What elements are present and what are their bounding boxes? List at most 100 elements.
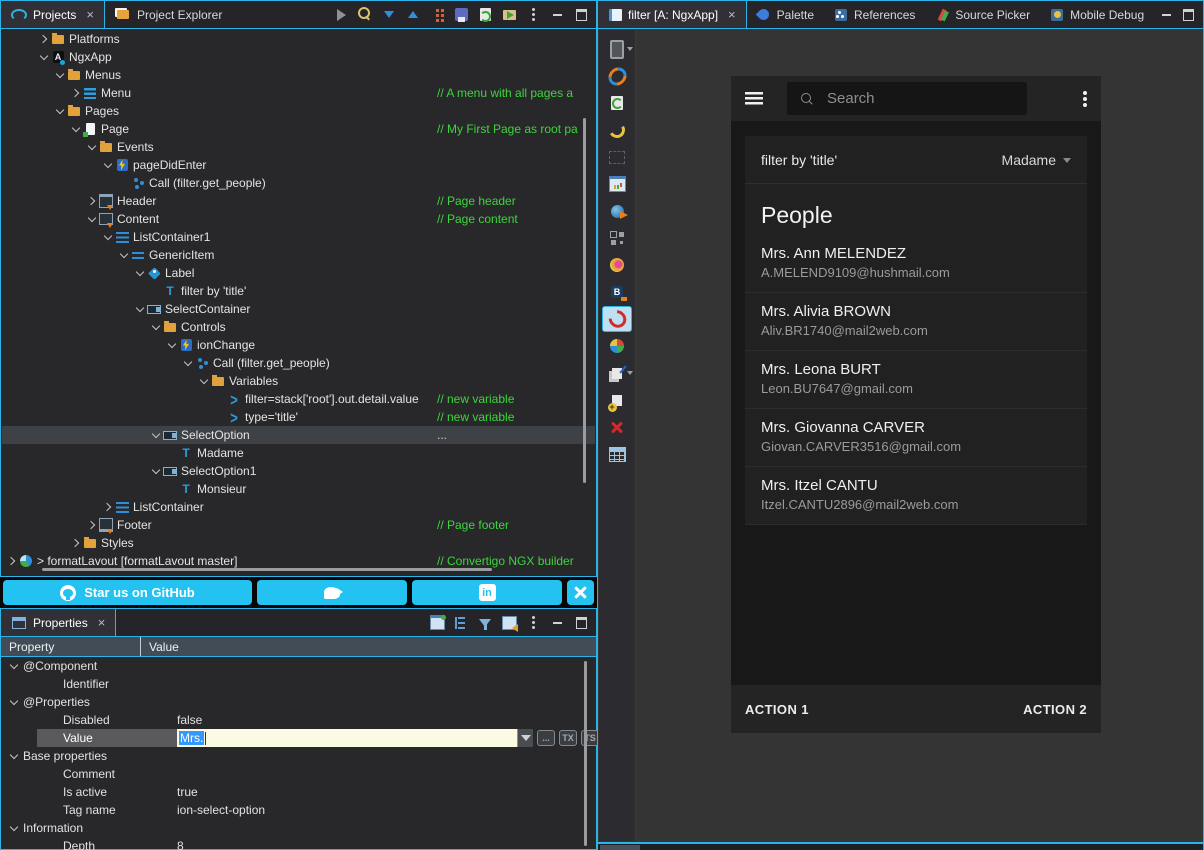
person-list-item[interactable]: Mrs. Ann MELENDEZ A.MELEND9109@hushmail.… bbox=[745, 235, 1087, 293]
tree-node[interactable]: GenericItem bbox=[2, 246, 595, 264]
tree-node[interactable]: Content // Page content bbox=[2, 210, 595, 228]
reload-icon[interactable] bbox=[602, 90, 632, 116]
tree-node[interactable]: NgxApp bbox=[2, 48, 595, 66]
property-value-cell[interactable]: true true ... TX TS SC bbox=[177, 783, 596, 801]
expand-arrow-icon[interactable] bbox=[86, 141, 98, 153]
tree-horizontal-scrollbar[interactable] bbox=[42, 568, 492, 571]
close-icon[interactable]: × bbox=[98, 615, 106, 630]
tx-button[interactable]: TX bbox=[559, 730, 577, 746]
action2-button[interactable]: ACTION 2 bbox=[1023, 702, 1087, 717]
kebab-menu-icon[interactable] bbox=[1083, 97, 1087, 101]
tree-node[interactable]: ionChange bbox=[2, 336, 595, 354]
tree-node[interactable]: SelectOption ... bbox=[2, 426, 595, 444]
person-list-item[interactable]: Mrs. Giovanna CARVER Giovan.CARVER3516@g… bbox=[745, 409, 1087, 467]
property-value-cell[interactable]: ... TX TS SC bbox=[177, 765, 596, 783]
tab-project-explorer[interactable]: Project Explorer × bbox=[105, 1, 232, 28]
tree-node[interactable]: Page // My First Page as root pa bbox=[2, 120, 595, 138]
tree-node[interactable]: ListContainer1 bbox=[2, 228, 595, 246]
move-up-icon[interactable] bbox=[402, 4, 424, 26]
grid-icon[interactable] bbox=[602, 441, 632, 467]
property-value-cell[interactable]: Mrs. Mrs. ... TX TS SC bbox=[177, 729, 622, 747]
person-list-item[interactable]: Mrs. Leona BURT Leon.BU7647@gmail.com bbox=[745, 351, 1087, 409]
tab-mobile-debug[interactable]: Mobile Debug × bbox=[1040, 1, 1154, 28]
property-value-cell[interactable]: 8 8 ... TX TS SC bbox=[177, 837, 596, 850]
property-row[interactable]: Disabled false false ... TX TS bbox=[1, 711, 596, 729]
twitter-button[interactable] bbox=[257, 580, 407, 605]
property-row[interactable]: @Component ... TX TS bbox=[1, 657, 596, 675]
property-value-cell[interactable]: ... TX TS SC bbox=[145, 819, 596, 837]
expand-arrow-icon[interactable] bbox=[166, 447, 178, 459]
tree-node[interactable]: Events bbox=[2, 138, 595, 156]
run-icon[interactable] bbox=[330, 4, 352, 26]
import-icon[interactable] bbox=[498, 4, 520, 26]
close-icon[interactable]: × bbox=[728, 7, 736, 22]
expand-arrow-icon[interactable] bbox=[214, 411, 226, 423]
column-value[interactable]: Value bbox=[141, 640, 179, 654]
undo-icon[interactable] bbox=[602, 117, 632, 143]
remove-style-icon[interactable] bbox=[602, 414, 632, 440]
browserstack-icon[interactable] bbox=[602, 279, 632, 305]
stats-window-icon[interactable] bbox=[602, 171, 632, 197]
expand-arrow-icon[interactable] bbox=[54, 105, 66, 117]
expand-arrow-icon[interactable] bbox=[70, 87, 82, 99]
tree-node[interactable]: Pages bbox=[2, 102, 595, 120]
tree-node[interactable]: Call (filter.get_people) bbox=[2, 174, 595, 192]
qr-code-icon[interactable] bbox=[602, 225, 632, 251]
expand-arrow-icon[interactable] bbox=[102, 159, 114, 171]
expand-arrow-icon[interactable] bbox=[9, 751, 19, 761]
tree-node[interactable]: pageDidEnter bbox=[2, 156, 595, 174]
expand-arrow-icon[interactable] bbox=[214, 393, 226, 405]
tree-node[interactable]: filter=stack['root'].out.detail.value //… bbox=[2, 390, 595, 408]
tree-node[interactable]: type='title' // new variable bbox=[2, 408, 595, 426]
expand-arrow-icon[interactable] bbox=[38, 51, 50, 63]
property-row[interactable]: Is active true true ... TX TS bbox=[1, 783, 596, 801]
ellipsis-button[interactable]: ... bbox=[537, 730, 555, 746]
expand-arrow-icon[interactable] bbox=[9, 697, 19, 707]
value-input[interactable]: Mrs. bbox=[177, 729, 517, 747]
expand-arrow-icon[interactable] bbox=[70, 123, 82, 135]
open-browser-icon[interactable] bbox=[602, 198, 632, 224]
promo-close-button[interactable] bbox=[567, 580, 594, 605]
view-menu-icon[interactable] bbox=[522, 612, 544, 634]
tab-filter-editor[interactable]: filter [A: NgxApp] × bbox=[598, 1, 747, 28]
expand-arrow-icon[interactable] bbox=[70, 537, 82, 549]
person-list-item[interactable]: Mrs. Itzel CANTU Itzel.CANTU2896@mail2we… bbox=[745, 467, 1087, 525]
bottom-panel-tab-stub[interactable] bbox=[600, 845, 640, 850]
tree-node[interactable]: Variables bbox=[2, 372, 595, 390]
tree-node[interactable]: Madame bbox=[2, 444, 595, 462]
move-down-icon[interactable] bbox=[378, 4, 400, 26]
property-value-cell[interactable]: ... TX TS SC bbox=[145, 747, 596, 765]
expand-arrow-icon[interactable] bbox=[198, 375, 210, 387]
theme-icon[interactable] bbox=[602, 333, 632, 359]
maximize-icon[interactable] bbox=[570, 4, 592, 26]
property-row[interactable]: Information ... TX TS bbox=[1, 819, 596, 837]
property-row[interactable]: Identifier ... TX TS bbox=[1, 675, 596, 693]
tree-node[interactable]: Label bbox=[2, 264, 595, 282]
selection-icon[interactable] bbox=[602, 144, 632, 170]
edit-style-icon[interactable] bbox=[602, 360, 632, 386]
device-select-icon[interactable] bbox=[602, 36, 632, 62]
expand-arrow-icon[interactable] bbox=[6, 555, 18, 567]
expand-arrow-icon[interactable] bbox=[9, 661, 19, 671]
property-row[interactable]: Depth 8 8 ... TX TS bbox=[1, 837, 596, 850]
filter-select[interactable]: Madame bbox=[1002, 152, 1071, 168]
hamburger-menu-icon[interactable] bbox=[745, 92, 763, 105]
expand-arrow-icon[interactable] bbox=[54, 69, 66, 81]
expand-arrow-icon[interactable] bbox=[86, 519, 98, 531]
expand-arrow-icon[interactable] bbox=[134, 267, 146, 279]
action1-button[interactable]: ACTION 1 bbox=[745, 702, 809, 717]
expand-arrow-icon[interactable] bbox=[182, 357, 194, 369]
tab-projects[interactable]: Projects × bbox=[1, 1, 105, 28]
expand-arrow-icon[interactable] bbox=[118, 249, 130, 261]
github-star-button[interactable]: Star us on GitHub bbox=[3, 580, 252, 605]
expand-arrow-icon[interactable] bbox=[150, 429, 162, 441]
property-value-cell[interactable]: ion-select-option ion-select-option ... … bbox=[177, 801, 596, 819]
linkedin-button[interactable]: in bbox=[412, 580, 562, 605]
pin-view-icon[interactable] bbox=[426, 612, 448, 634]
property-value-cell[interactable]: ... TX TS SC bbox=[177, 675, 596, 693]
minimize-icon[interactable] bbox=[546, 4, 568, 26]
expand-arrow-icon[interactable] bbox=[134, 303, 146, 315]
tree-node[interactable]: Header // Page header bbox=[2, 192, 595, 210]
property-row[interactable]: @Properties ... TX TS bbox=[1, 693, 596, 711]
tree-node[interactable]: Platforms bbox=[2, 30, 595, 48]
